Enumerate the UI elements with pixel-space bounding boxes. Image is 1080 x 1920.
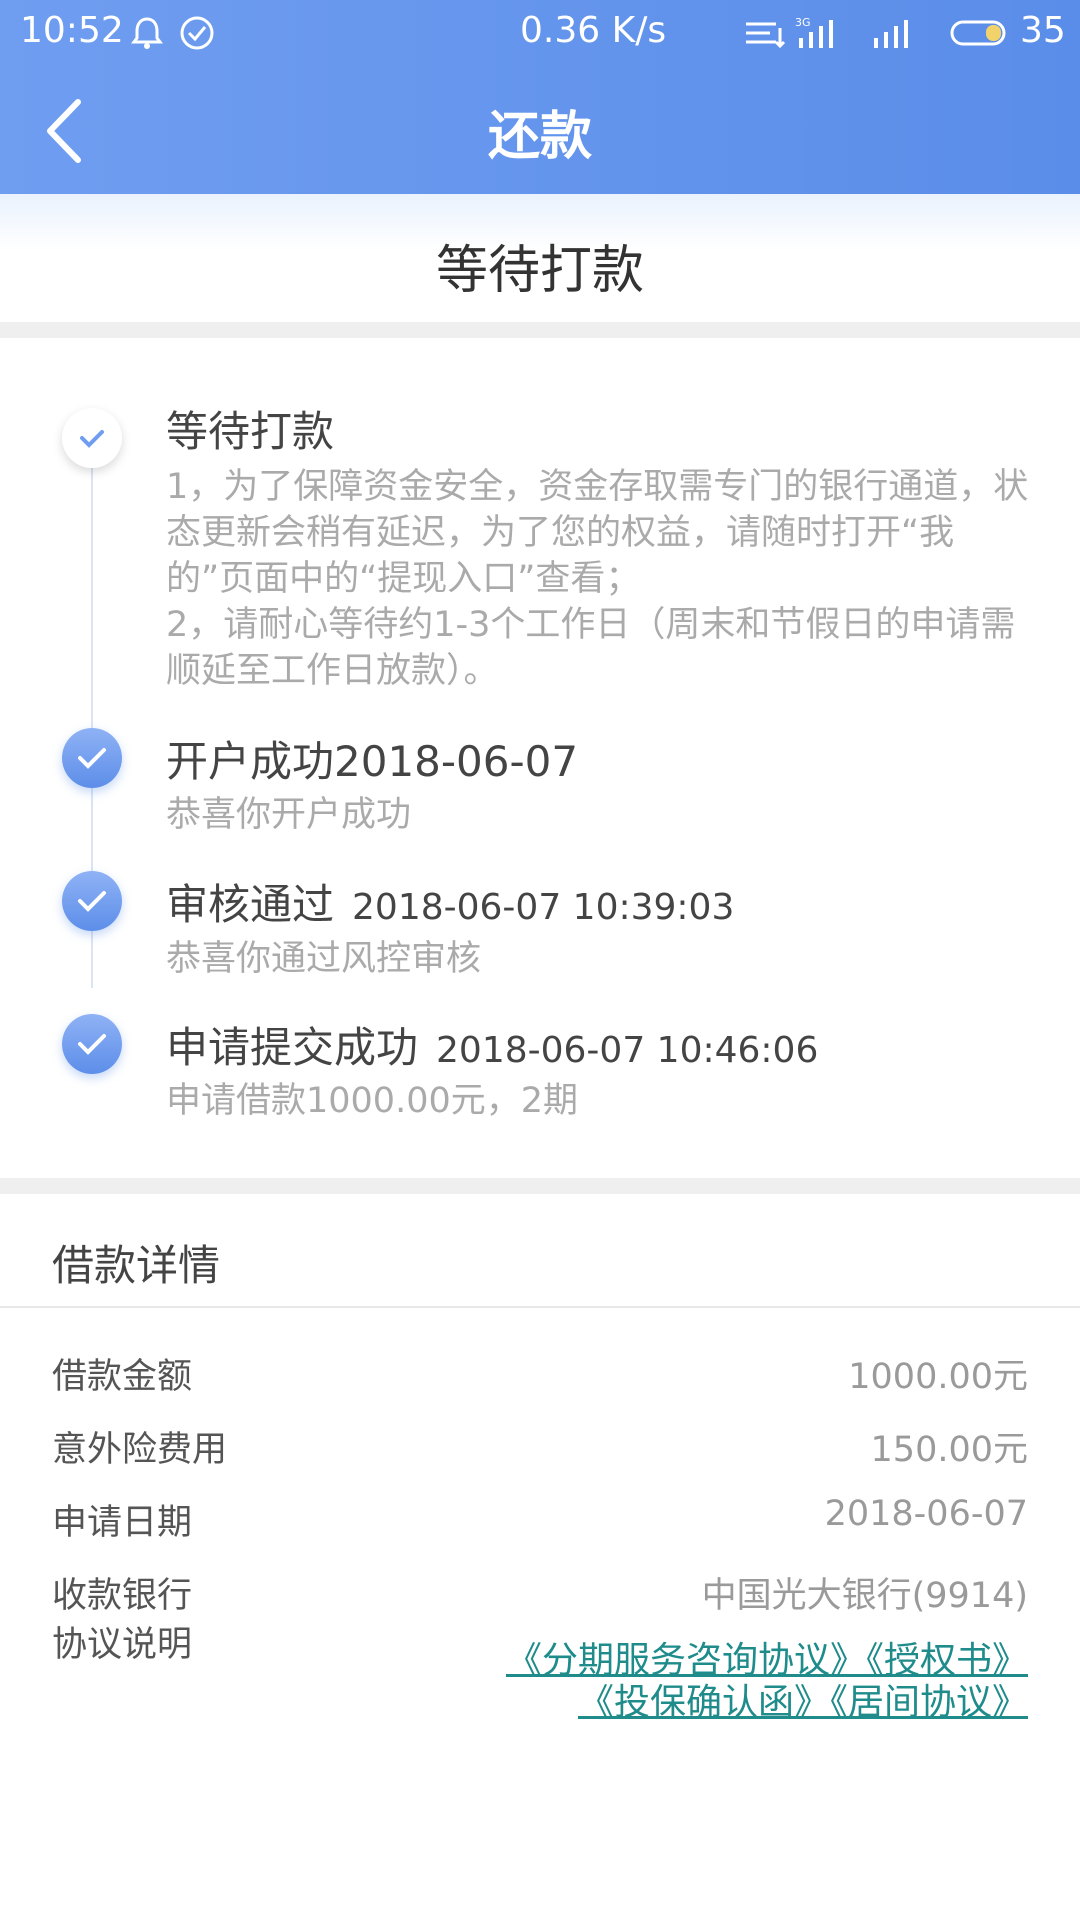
- timeline-step-title-text: 审核通过: [166, 880, 335, 929]
- data-transfer-icon: [746, 22, 786, 49]
- detail-value-date: 2018-06-07: [824, 1494, 1028, 1534]
- detail-label-bank: 收款银行: [52, 1576, 193, 1616]
- details-header-divider: [0, 1306, 1080, 1308]
- section-divider: [0, 1178, 1080, 1194]
- timeline-step-description: 恭喜你开户成功: [166, 795, 412, 835]
- timeline-step-title: 等待打款: [166, 398, 334, 459]
- nav-bar: 还款: [0, 66, 1080, 194]
- section-divider: [0, 322, 1080, 338]
- check-circle-icon: [180, 16, 214, 50]
- timeline-step-title-text: 开户成功2018-06-07: [166, 737, 579, 786]
- timeline-step-description: 申请借款1000.00元，2期: [166, 1081, 579, 1121]
- timeline-step-title: 申请提交成功 2018-06-07 10:46:06: [166, 1014, 818, 1075]
- notification-bell-icon: [131, 17, 163, 49]
- detail-label-amount: 借款金额: [52, 1357, 193, 1397]
- progress-timeline: 等待打款 1，为了保障资金安全，资金存取需专门的银行通道，状态更新会稍有延迟，为…: [0, 338, 1080, 1178]
- status-time: 10:52: [20, 10, 124, 51]
- timeline-step-timestamp: 2018-06-07 10:46:06: [436, 1030, 819, 1071]
- battery-level: 35: [1020, 10, 1066, 51]
- timeline-step-timestamp: 2018-06-07 10:39:03: [352, 887, 735, 928]
- timeline-step-pending-dot: [62, 408, 122, 468]
- agreement-link-insurance-confirmation[interactable]: 《投保确认函》: [578, 1682, 830, 1723]
- status-banner: 等待打款: [0, 194, 1080, 322]
- detail-value-amount: 1000.00元: [848, 1357, 1028, 1397]
- timeline-step-title-text: 申请提交成功: [166, 1023, 419, 1072]
- check-icon: [78, 891, 106, 912]
- battery-icon: [950, 20, 1006, 46]
- detail-label-insurance: 意外险费用: [52, 1430, 228, 1470]
- svg-text:3G: 3G: [795, 16, 811, 29]
- agreement-link-authorization[interactable]: 《授权书》: [866, 1640, 1028, 1681]
- check-icon: [78, 1034, 106, 1055]
- timeline-step-description: 恭喜你通过风控审核: [166, 939, 482, 979]
- app-header: 10:52 0.36 K/s 3G 35 还款: [0, 0, 1080, 194]
- check-icon: [80, 430, 104, 448]
- agreement-link-installment-service[interactable]: 《分期服务咨询协议》: [506, 1640, 866, 1681]
- loan-details-title: 借款详情: [52, 1241, 221, 1290]
- network-speed: 0.36 K/s: [520, 10, 667, 51]
- page-title: 还款: [487, 107, 592, 167]
- timeline-step-done-dot: [62, 728, 122, 788]
- timeline-step-description: 1，为了保障资金安全，资金存取需专门的银行通道，状态更新会稍有延迟，为了您的权益…: [166, 467, 1029, 691]
- timeline-step-title: 审核通过 2018-06-07 10:39:03: [166, 871, 734, 932]
- timeline-step-title: 开户成功2018-06-07: [166, 728, 578, 789]
- timeline-step-done-dot: [62, 1014, 122, 1074]
- status-banner-text: 等待打款: [435, 241, 644, 301]
- detail-label-agreements: 协议说明: [52, 1625, 193, 1665]
- timeline-step-done-dot: [62, 871, 122, 931]
- signal-3g-icon: 3G: [795, 16, 833, 48]
- agreement-links: 《分期服务咨询协议》《授权书》《投保确认函》《居间协议》: [288, 1640, 1028, 1724]
- detail-value-bank: 中国光大银行(9914): [701, 1576, 1028, 1616]
- status-bar: 10:52 0.36 K/s 3G 35: [0, 0, 1080, 66]
- check-icon: [78, 748, 106, 769]
- detail-label-date: 申请日期: [52, 1503, 193, 1543]
- signal-icon: [874, 20, 908, 48]
- detail-value-insurance: 150.00元: [870, 1430, 1028, 1470]
- timeline-step-title-text: 等待打款: [166, 407, 335, 456]
- agreement-link-intermediary[interactable]: 《居间协议》: [830, 1682, 1028, 1723]
